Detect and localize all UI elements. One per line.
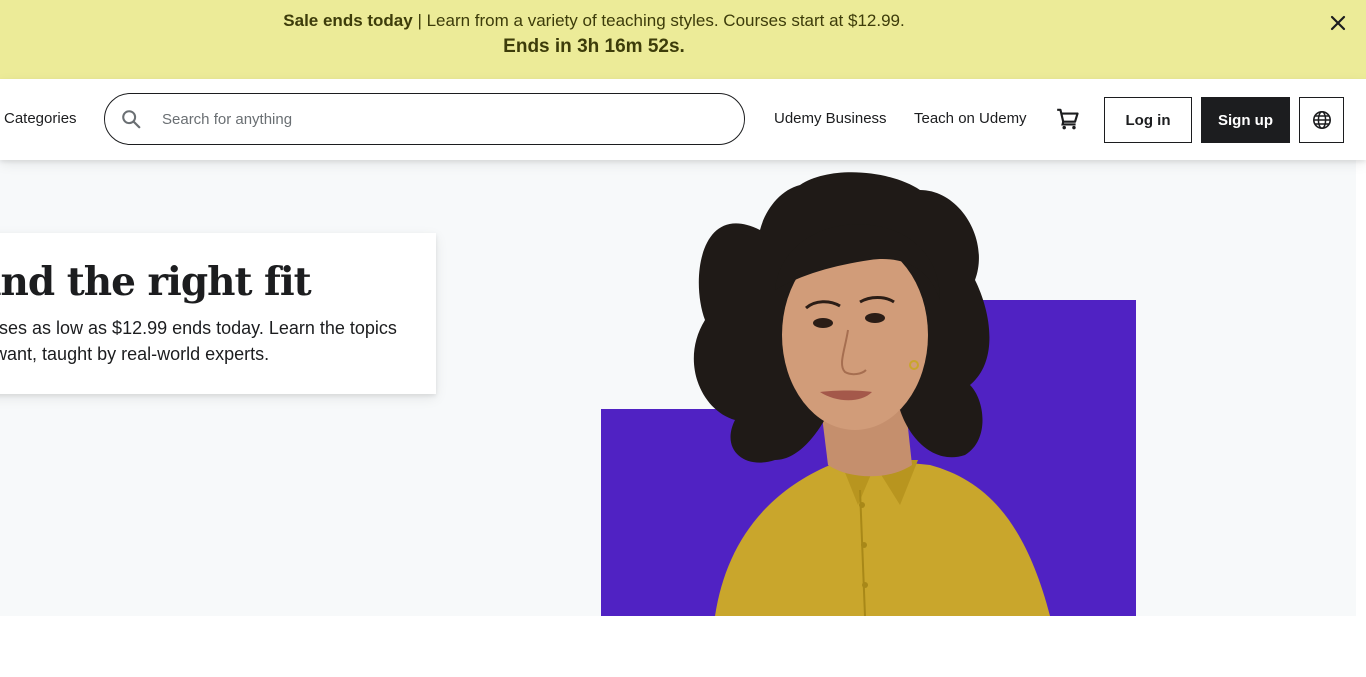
udemy-business-link[interactable]: Udemy Business xyxy=(774,109,887,129)
shopping-cart-icon[interactable] xyxy=(1055,106,1081,132)
hero-title: Find the right fit xyxy=(0,259,312,305)
categories-menu[interactable]: Categories xyxy=(4,109,77,129)
sale-countdown: Ends in 3h 16m 52s. xyxy=(503,36,685,57)
top-header: Categories Udemy Business Teach on Udemy… xyxy=(0,79,1366,160)
signup-button[interactable]: Sign up xyxy=(1201,97,1290,143)
hero-card: Find the right fit Courses as low as $12… xyxy=(0,233,436,394)
globe-icon xyxy=(1312,111,1331,129)
language-button[interactable] xyxy=(1299,97,1344,143)
close-icon xyxy=(1330,15,1346,31)
sale-banner-message: Sale ends today | Learn from a variety o… xyxy=(0,11,1188,31)
login-button[interactable]: Log in xyxy=(1104,97,1192,143)
search-input[interactable] xyxy=(162,106,722,132)
teach-on-udemy-link[interactable]: Teach on Udemy xyxy=(914,109,1027,129)
hero-section: Find the right fit Courses as low as $12… xyxy=(0,160,1356,616)
close-banner-button[interactable] xyxy=(1326,11,1350,35)
banner-separator: | xyxy=(412,11,427,30)
sale-label: Sale ends today xyxy=(283,11,413,30)
search-icon[interactable] xyxy=(120,108,142,130)
sale-banner: Sale ends today | Learn from a variety o… xyxy=(0,0,1366,79)
search-bar[interactable] xyxy=(104,93,745,145)
hero-description: Courses as low as $12.99 ends today. Lea… xyxy=(0,318,397,364)
sale-message: Learn from a variety of teaching styles.… xyxy=(426,11,905,30)
